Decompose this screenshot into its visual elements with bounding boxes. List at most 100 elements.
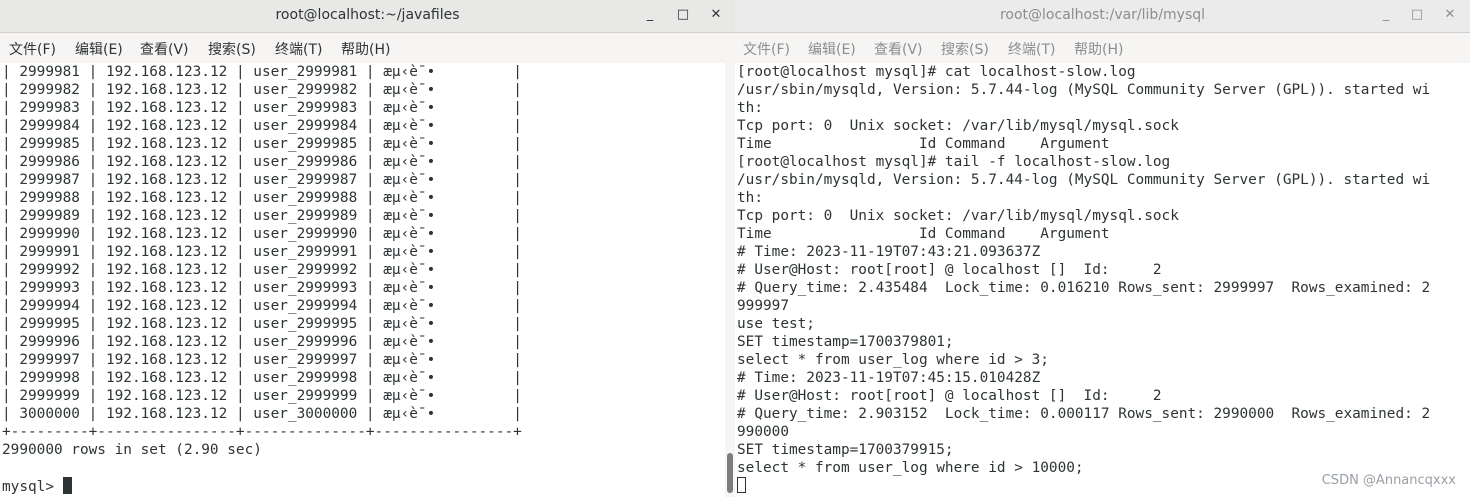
menu-search[interactable]: 搜索(S) <box>941 39 989 59</box>
menu-edit[interactable]: 编辑(E) <box>808 39 856 59</box>
table-row: | 2999998 | 192.168.123.12 | user_299999… <box>0 369 735 387</box>
left-terminal-output[interactable]: | 2999981 | 192.168.123.12 | user_299998… <box>0 63 735 497</box>
terminal-line: SET timestamp=1700379801; <box>737 334 954 350</box>
cell-user: user_2999999 <box>253 388 358 404</box>
cell-extra: æµ‹è¯• <box>383 100 505 116</box>
cell-user: user_2999996 <box>253 334 358 350</box>
column-separator: | <box>79 280 106 296</box>
column-separator: | <box>79 352 106 368</box>
cell-id: 2999985 <box>19 136 80 152</box>
table-row: | 2999993 | 192.168.123.12 | user_299999… <box>0 279 735 297</box>
cell-user: user_2999985 <box>253 136 358 152</box>
column-separator: | <box>79 334 106 350</box>
left-scrollbar[interactable] <box>725 63 735 497</box>
left-terminal-window[interactable]: root@localhost:~/javafiles _ □ ✕ 文件(F) 编… <box>0 0 736 497</box>
right-terminal-window[interactable]: root@localhost:/var/lib/mysql _ □ ✕ 文件(F… <box>735 0 1470 497</box>
column-separator: | <box>357 154 384 170</box>
left-titlebar[interactable]: root@localhost:~/javafiles _ □ ✕ <box>0 0 735 33</box>
column-separator: | <box>79 100 106 116</box>
cell-extra: æµ‹è¯• <box>383 208 505 224</box>
cell-id: 2999994 <box>19 298 80 314</box>
minimize-icon[interactable]: _ <box>1378 7 1394 22</box>
column-separator: | <box>79 154 106 170</box>
column-separator: | <box>504 190 522 206</box>
cell-extra: æµ‹è¯• <box>383 172 505 188</box>
column-separator: | <box>227 406 254 422</box>
column-separator: | <box>79 136 106 152</box>
terminal-line: 990000 <box>737 424 789 440</box>
table-row: | 2999982 | 192.168.123.12 | user_299998… <box>0 81 735 99</box>
cell-extra: æµ‹è¯• <box>383 352 505 368</box>
menu-view[interactable]: 查看(V) <box>140 39 189 59</box>
cell-ip: 192.168.123.12 <box>105 172 228 188</box>
cell-extra: æµ‹è¯• <box>383 244 505 260</box>
right-titlebar[interactable]: root@localhost:/var/lib/mysql _ □ ✕ <box>735 0 1470 33</box>
right-terminal-output[interactable]: [root@localhost mysql]# cat localhost-sl… <box>735 63 1470 497</box>
cell-user: user_2999997 <box>253 352 358 368</box>
column-separator: | <box>504 280 522 296</box>
cell-id: 2999987 <box>19 172 80 188</box>
cell-ip: 192.168.123.12 <box>105 352 228 368</box>
cell-user: user_2999988 <box>253 190 358 206</box>
close-icon[interactable]: ✕ <box>708 7 724 22</box>
column-separator: | <box>227 64 254 80</box>
table-row: | 2999994 | 192.168.123.12 | user_299999… <box>0 297 735 315</box>
column-separator: | <box>357 100 384 116</box>
column-separator: | <box>2 172 20 188</box>
prompt-text: mysql> <box>2 479 63 495</box>
menu-search[interactable]: 搜索(S) <box>208 39 256 59</box>
column-separator: | <box>357 352 384 368</box>
cell-id: 2999982 <box>19 82 80 98</box>
column-separator: | <box>227 244 254 260</box>
terminal-line: /usr/sbin/mysqld, Version: 5.7.44-log (M… <box>737 172 1431 188</box>
table-row: | 2999988 | 192.168.123.12 | user_299998… <box>0 189 735 207</box>
right-window-title: root@localhost:/var/lib/mysql <box>999 7 1206 23</box>
table-row: | 2999985 | 192.168.123.12 | user_299998… <box>0 135 735 153</box>
mysql-prompt[interactable]: mysql> <box>0 477 735 495</box>
column-separator: | <box>357 190 384 206</box>
column-separator: | <box>357 64 384 80</box>
column-separator: | <box>79 244 106 260</box>
column-separator: | <box>227 334 254 350</box>
maximize-icon[interactable]: □ <box>675 7 691 22</box>
column-separator: | <box>227 352 254 368</box>
column-separator: | <box>357 316 384 332</box>
menu-terminal[interactable]: 终端(T) <box>275 39 322 59</box>
menu-view[interactable]: 查看(V) <box>874 39 923 59</box>
terminal-line: # User@Host: root[root] @ localhost [] I… <box>737 388 1162 404</box>
cell-ip: 192.168.123.12 <box>105 262 228 278</box>
cell-ip: 192.168.123.12 <box>105 82 228 98</box>
table-row: | 2999990 | 192.168.123.12 | user_299999… <box>0 225 735 243</box>
terminal-line: 999997 <box>737 298 789 314</box>
table-row: | 3000000 | 192.168.123.12 | user_300000… <box>0 405 735 423</box>
column-separator: | <box>504 136 522 152</box>
menu-help[interactable]: 帮助(H) <box>341 39 390 59</box>
cell-extra: æµ‹è¯• <box>383 280 505 296</box>
menu-file[interactable]: 文件(F) <box>9 39 56 59</box>
terminal-line: th: <box>737 190 763 206</box>
cell-ip: 192.168.123.12 <box>105 388 228 404</box>
minimize-icon[interactable]: _ <box>642 7 658 22</box>
cell-user: user_2999992 <box>253 262 358 278</box>
cell-extra: æµ‹è¯• <box>383 262 505 278</box>
maximize-icon[interactable]: □ <box>1409 7 1425 22</box>
close-icon[interactable]: ✕ <box>1442 7 1458 22</box>
cell-user: user_2999993 <box>253 280 358 296</box>
menu-file[interactable]: 文件(F) <box>743 39 790 59</box>
menu-help[interactable]: 帮助(H) <box>1074 39 1123 59</box>
cell-extra: æµ‹è¯• <box>383 334 505 350</box>
column-separator: | <box>357 208 384 224</box>
cell-user: user_3000000 <box>253 406 358 422</box>
cell-id: 2999993 <box>19 280 80 296</box>
column-separator: | <box>2 154 20 170</box>
column-separator: | <box>79 388 106 404</box>
menu-edit[interactable]: 编辑(E) <box>75 39 123 59</box>
column-separator: | <box>504 154 522 170</box>
column-separator: | <box>504 334 522 350</box>
terminal-line: Tcp port: 0 Unix socket: /var/lib/mysql/… <box>737 208 1179 224</box>
menu-terminal[interactable]: 终端(T) <box>1008 39 1055 59</box>
left-scrollbar-thumb[interactable] <box>727 453 733 493</box>
column-separator: | <box>504 370 522 386</box>
left-window-title: root@localhost:~/javafiles <box>275 7 460 23</box>
column-separator: | <box>79 406 106 422</box>
